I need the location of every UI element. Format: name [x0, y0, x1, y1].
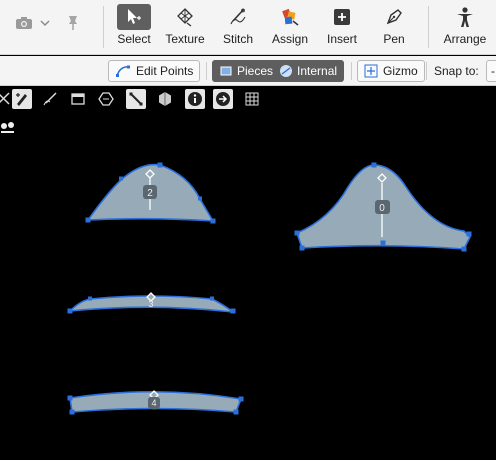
toolbar-divider — [428, 6, 429, 48]
bar-divider — [206, 62, 207, 80]
bar-divider — [351, 62, 352, 80]
pattern-canvas[interactable]: 2 0 3 4 — [0, 87, 496, 460]
camera-icon[interactable] — [14, 12, 34, 34]
tool-stitch[interactable]: Stitch — [219, 4, 257, 50]
tool-select[interactable]: Select — [116, 4, 152, 50]
pieces-icon — [220, 66, 232, 76]
bar-divider — [426, 62, 427, 80]
pieces-label: Pieces — [237, 64, 274, 78]
pattern-piece-4[interactable]: 4 — [67, 390, 244, 415]
snap-to-label: Snap to: — [434, 64, 479, 78]
stitch-needle-icon — [221, 4, 255, 30]
pattern-piece-2[interactable]: 2 — [85, 162, 216, 224]
options-bar: Edit Points Pieces Internal Gizmo Snap t… — [0, 56, 496, 86]
internal-toggle[interactable]: Internal — [276, 64, 340, 78]
pin-icon[interactable] — [62, 12, 84, 34]
gizmo-icon — [364, 64, 378, 78]
arrange-avatar-icon — [448, 4, 482, 30]
edit-points-icon — [116, 65, 130, 77]
main-toolbar: Select Texture Stitch Assign Insert Pen — [0, 0, 496, 55]
texture-icon — [168, 4, 202, 30]
snap-to-select[interactable]: - — [486, 60, 496, 82]
tool-pen[interactable]: Pen — [376, 4, 412, 50]
edit-points-label: Edit Points — [136, 64, 194, 78]
tool-label: Texture — [165, 32, 205, 46]
insert-plus-icon — [325, 4, 359, 30]
pattern-piece-0[interactable]: 0 — [294, 162, 472, 252]
piece-number: 0 — [379, 203, 385, 214]
pen-nib-icon — [377, 4, 411, 30]
tool-assign[interactable]: Assign — [271, 4, 309, 50]
internal-icon — [280, 65, 293, 77]
tool-label: Select — [117, 32, 151, 46]
toolbar-divider — [103, 6, 104, 48]
select-cursor-icon — [117, 4, 151, 30]
tool-label: Stitch — [222, 32, 253, 46]
piece-number: 2 — [147, 188, 153, 199]
pieces-internal-toggle[interactable]: Pieces Internal — [212, 60, 345, 82]
tool-texture[interactable]: Texture — [165, 4, 205, 50]
tool-insert[interactable]: Insert — [324, 4, 360, 50]
tool-label: Insert — [326, 32, 357, 46]
pattern-piece-3[interactable]: 3 — [67, 292, 236, 314]
chevron-down-icon[interactable] — [38, 12, 52, 34]
pieces-toggle[interactable]: Pieces — [216, 64, 276, 78]
edit-points-button[interactable]: Edit Points — [108, 60, 201, 82]
tool-label: Arrange — [443, 32, 487, 46]
gizmo-button[interactable]: Gizmo — [357, 60, 425, 82]
pattern-pieces-layer: 2 0 3 4 — [67, 162, 472, 415]
piece-number: 4 — [151, 398, 156, 408]
tool-label: Assign — [271, 32, 309, 46]
assign-swatches-icon — [273, 4, 307, 30]
tool-arrange[interactable]: Arrange — [443, 4, 487, 50]
gizmo-label: Gizmo — [383, 64, 418, 78]
internal-label: Internal — [297, 64, 338, 78]
snap-to-value: - — [491, 64, 495, 78]
piece-number: 3 — [148, 299, 153, 309]
tool-label: Pen — [383, 32, 405, 46]
